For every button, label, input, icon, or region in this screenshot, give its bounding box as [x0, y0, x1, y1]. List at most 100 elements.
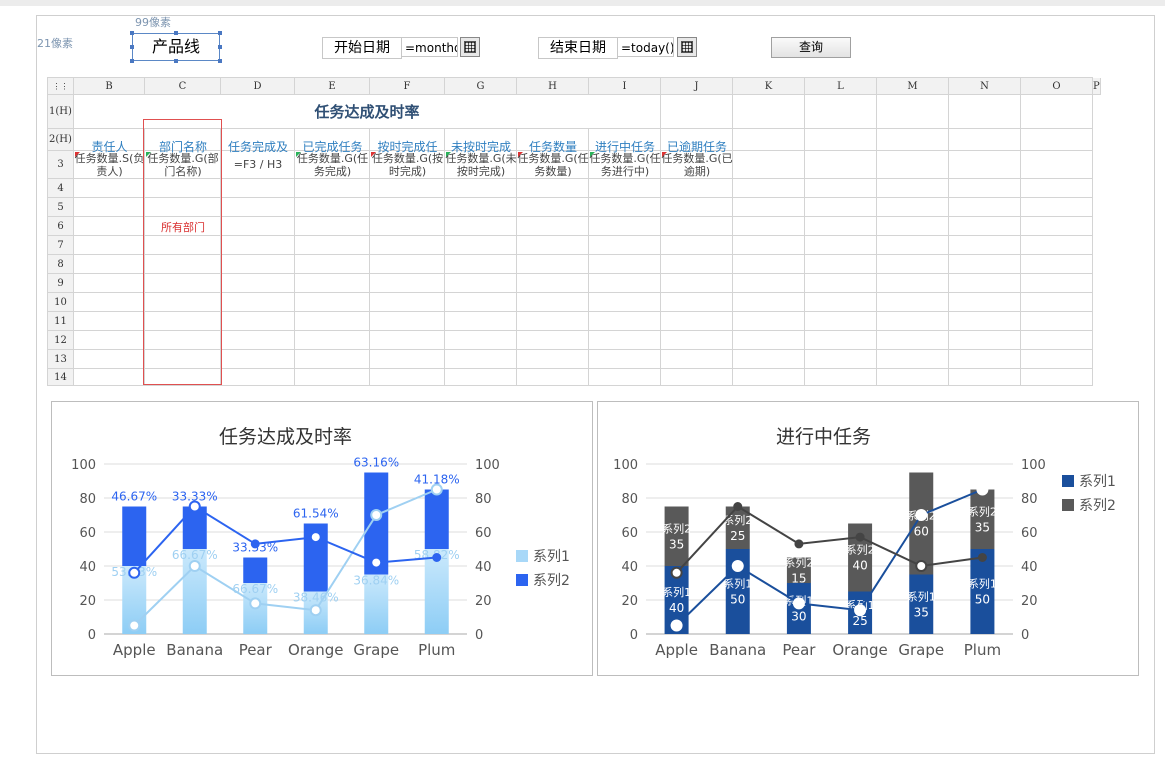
grid-cell[interactable] [295, 217, 370, 236]
end-date-input[interactable]: =today() [617, 37, 674, 57]
grid-cell[interactable] [877, 129, 949, 151]
grid-cell[interactable] [445, 331, 517, 350]
grid-cell[interactable] [370, 198, 445, 217]
grid-cell[interactable] [661, 312, 733, 331]
grid-cell[interactable] [877, 198, 949, 217]
grid-cell[interactable] [370, 350, 445, 369]
grid-cell[interactable] [295, 179, 370, 198]
grid-cell[interactable] [805, 369, 877, 386]
grid-cell[interactable] [589, 179, 661, 198]
grid-cell[interactable] [733, 274, 805, 293]
start-date-input[interactable]: =monthdelta [401, 37, 458, 57]
grid-cell[interactable] [661, 293, 733, 312]
grid-cell[interactable] [733, 179, 805, 198]
grid-cell[interactable] [589, 369, 661, 386]
grid-cell[interactable] [949, 369, 1021, 386]
grid-cell[interactable] [877, 274, 949, 293]
resize-handle[interactable] [130, 45, 134, 49]
grid-cell[interactable] [805, 217, 877, 236]
column-header-J[interactable]: J [661, 78, 733, 95]
row-header[interactable]: 10 [48, 293, 74, 312]
resize-handle[interactable] [174, 31, 178, 35]
grid-cell[interactable] [805, 350, 877, 369]
grid-cell[interactable] [949, 350, 1021, 369]
grid-cell[interactable] [295, 312, 370, 331]
grid-cell[interactable] [877, 151, 949, 179]
grid-cell[interactable] [805, 293, 877, 312]
query-button[interactable]: 查询 [771, 37, 851, 58]
row-header[interactable]: 13 [48, 350, 74, 369]
grid-cell[interactable] [221, 312, 295, 331]
grid-cell[interactable] [661, 198, 733, 217]
column-header-G[interactable]: G [445, 78, 517, 95]
grid-cell[interactable] [877, 331, 949, 350]
grid-cell[interactable] [949, 129, 1021, 151]
grid-cell[interactable] [661, 331, 733, 350]
grid-cell[interactable] [295, 198, 370, 217]
grid-cell[interactable] [370, 255, 445, 274]
grid-cell[interactable] [221, 179, 295, 198]
row-header[interactable]: 1(H) [48, 95, 74, 129]
grid-cell[interactable] [445, 293, 517, 312]
column-header-O[interactable]: O [1021, 78, 1093, 95]
grid-cell[interactable] [74, 293, 145, 312]
row-header[interactable]: 11 [48, 312, 74, 331]
grid-cell[interactable] [370, 293, 445, 312]
grid-cell[interactable] [949, 95, 1021, 129]
grid-cell[interactable] [1021, 198, 1093, 217]
grid-cell[interactable] [877, 236, 949, 255]
grid-cell[interactable] [1021, 293, 1093, 312]
grid-cell[interactable] [1021, 129, 1093, 151]
grid-cell[interactable] [1021, 179, 1093, 198]
grid-cell[interactable] [445, 369, 517, 386]
row-header[interactable]: 2(H) [48, 129, 74, 151]
column-header-K[interactable]: K [733, 78, 805, 95]
grid-cell[interactable] [733, 236, 805, 255]
grid-cell[interactable] [370, 217, 445, 236]
row-header[interactable]: 9 [48, 274, 74, 293]
grid-cell[interactable] [517, 312, 589, 331]
resize-handle[interactable] [130, 31, 134, 35]
grid-cell[interactable] [949, 217, 1021, 236]
grid-cell[interactable] [295, 350, 370, 369]
row-header[interactable]: 8 [48, 255, 74, 274]
grid-cell[interactable] [295, 331, 370, 350]
column-header-L[interactable]: L [805, 78, 877, 95]
grid-cell[interactable] [517, 255, 589, 274]
grid-cell[interactable] [733, 369, 805, 386]
grid-cell[interactable] [661, 369, 733, 386]
column-header-E[interactable]: E [295, 78, 370, 95]
grid-corner[interactable]: ⋮⋮ [48, 78, 74, 95]
grid-cell[interactable] [805, 151, 877, 179]
grid-cell[interactable] [74, 179, 145, 198]
grid-cell[interactable] [805, 198, 877, 217]
grid-cell[interactable] [1021, 369, 1093, 386]
grid-cell[interactable] [805, 179, 877, 198]
grid-cell[interactable] [1021, 255, 1093, 274]
grid-cell[interactable] [949, 331, 1021, 350]
grid-cell[interactable] [877, 217, 949, 236]
grid-cell[interactable] [517, 293, 589, 312]
grid-cell[interactable] [221, 274, 295, 293]
grid-cell[interactable] [74, 312, 145, 331]
grid-cell[interactable] [517, 350, 589, 369]
grid-cell[interactable] [661, 236, 733, 255]
row-header[interactable]: 5 [48, 198, 74, 217]
column-header-D[interactable]: D [221, 78, 295, 95]
row-header[interactable]: 7 [48, 236, 74, 255]
grid-cell[interactable] [370, 312, 445, 331]
grid-cell[interactable] [949, 198, 1021, 217]
grid-cell[interactable] [74, 274, 145, 293]
grid-cell[interactable] [733, 293, 805, 312]
grid-cell[interactable] [949, 151, 1021, 179]
grid-cell[interactable] [733, 217, 805, 236]
column-header-M[interactable]: M [877, 78, 949, 95]
grid-cell[interactable] [661, 217, 733, 236]
grid-cell[interactable] [805, 331, 877, 350]
row-header[interactable]: 14 [48, 369, 74, 386]
grid-cell[interactable] [589, 274, 661, 293]
grid-cell[interactable] [74, 331, 145, 350]
grid-cell[interactable] [517, 217, 589, 236]
column-header-C[interactable]: C [145, 78, 221, 95]
grid-cell[interactable] [733, 255, 805, 274]
